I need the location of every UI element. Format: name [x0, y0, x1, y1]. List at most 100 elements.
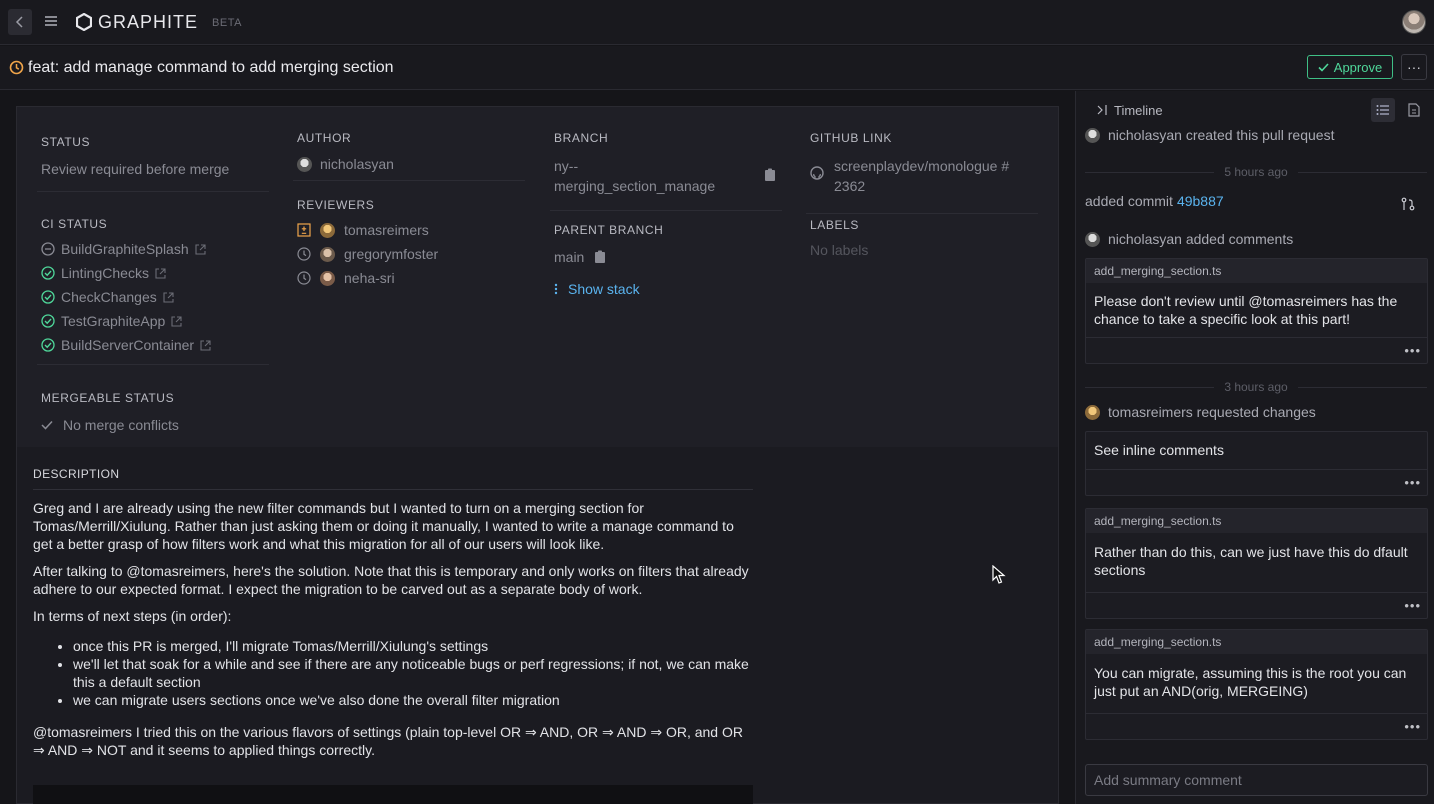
external-link-icon[interactable]	[195, 243, 206, 255]
github-link[interactable]: screenplaydev/monologue # 2362	[810, 156, 1042, 196]
comment-body: Rather than do this, can we just have th…	[1094, 544, 1408, 578]
author-row[interactable]: nicholasyan	[297, 152, 529, 176]
ci-check-name: LintingChecks	[61, 265, 149, 281]
external-link-icon[interactable]	[155, 267, 166, 279]
description-title: DESCRIPTION	[33, 467, 753, 490]
reviewer-item[interactable]: gregorymfoster	[297, 242, 529, 266]
check-icon	[41, 420, 53, 430]
show-stack-link[interactable]: Show stack	[554, 277, 786, 301]
summary-comment-input[interactable]: Add summary comment	[1085, 764, 1428, 796]
timeline-event: nicholasyan created this pull request	[1085, 127, 1334, 143]
git-compare-icon[interactable]	[1401, 197, 1415, 211]
more-label: ···	[1407, 59, 1421, 75]
ci-check-name: CheckChanges	[61, 289, 157, 305]
file-view-button[interactable]	[1404, 100, 1424, 120]
pr-title: feat: add manage command to add merging …	[28, 59, 394, 76]
clock-status-icon	[9, 60, 24, 75]
file-icon	[1408, 103, 1420, 117]
mergeable-status-value: No merge conflicts	[63, 417, 179, 433]
status-value: Review required before merge	[41, 161, 230, 177]
more-options-button[interactable]: ···	[1401, 54, 1427, 80]
event-text: nicholasyan created this pull request	[1108, 127, 1335, 143]
pr-overview-card: STATUS Review required before merge CI S…	[16, 106, 1059, 804]
approve-button[interactable]: Approve	[1307, 55, 1393, 79]
clock-icon	[297, 247, 311, 261]
back-button[interactable]	[8, 9, 32, 35]
divider	[37, 364, 269, 365]
divider	[550, 210, 782, 211]
ci-check-item[interactable]: TestGraphiteApp	[41, 309, 273, 333]
commit-hash-link[interactable]: 49b887	[1177, 193, 1224, 209]
comment-footer: •••	[1086, 469, 1427, 495]
more-options-icon[interactable]: •••	[1404, 475, 1421, 490]
comment-body: Please don't review until @tomasreimers …	[1094, 293, 1398, 327]
hamburger-menu-icon[interactable]	[43, 13, 61, 31]
clock-icon	[297, 271, 311, 285]
check-circle-icon	[41, 290, 55, 304]
branch-name-line1: ny--	[554, 158, 579, 174]
external-link-icon[interactable]	[200, 339, 211, 351]
collapse-panel-icon[interactable]	[1096, 104, 1108, 116]
time-separator: 5 hours ago	[1085, 165, 1427, 179]
avatar	[1085, 127, 1100, 143]
parent-branch-name: main	[554, 249, 585, 265]
commit-text: added commit	[1085, 193, 1173, 209]
external-link-icon[interactable]	[163, 291, 174, 303]
more-options-icon[interactable]: •••	[1404, 719, 1421, 734]
comment-file[interactable]: add_merging_section.ts	[1086, 509, 1427, 533]
reviewer-item[interactable]: neha-sri	[297, 266, 529, 290]
comment-card: add_merging_section.ts Rather than do th…	[1085, 508, 1428, 619]
github-link-label: GITHUB LINK	[810, 131, 892, 145]
parent-branch-label: PARENT BRANCH	[554, 223, 664, 237]
comment-footer: •••	[1086, 337, 1427, 363]
pr-metadata: STATUS Review required before merge CI S…	[17, 107, 1058, 447]
vertical-dots-icon	[554, 283, 558, 295]
reviewer-avatar	[320, 222, 335, 238]
ci-check-item[interactable]: BuildGraphiteSplash	[41, 237, 273, 261]
description-paragraph: In terms of next steps (in order):	[33, 608, 232, 624]
review-summary-card: See inline comments •••	[1085, 431, 1428, 496]
parent-branch-row[interactable]: main	[554, 245, 786, 269]
divider	[806, 213, 1038, 214]
comment-file[interactable]: add_merging_section.ts	[1086, 259, 1427, 283]
user-avatar[interactable]	[1402, 10, 1426, 34]
list-item: we can migrate users sections once we've…	[73, 691, 753, 709]
avatar	[1085, 404, 1100, 420]
check-icon	[1318, 62, 1329, 72]
github-link-line2: 2362	[834, 178, 866, 194]
reviewer-name: neha-sri	[344, 270, 395, 286]
github-column: GITHUB LINK screenplaydev/monologue # 23…	[806, 131, 1042, 258]
time-label: 5 hours ago	[1224, 165, 1288, 179]
ci-check-item[interactable]: CheckChanges	[41, 285, 273, 309]
beta-badge: BETA	[212, 17, 242, 29]
more-options-icon[interactable]: •••	[1404, 598, 1421, 613]
comment-card: add_merging_section.ts Please don't revi…	[1085, 258, 1428, 364]
mergeable-status-row: No merge conflicts	[41, 413, 273, 437]
external-link-icon[interactable]	[171, 315, 182, 327]
graphite-hex-icon	[76, 13, 92, 31]
avatar	[1085, 231, 1100, 247]
clipboard-icon[interactable]	[764, 168, 776, 182]
approve-label: Approve	[1333, 59, 1383, 75]
reviewers-label: REVIEWERS	[297, 198, 375, 212]
event-text: nicholasyan added comments	[1108, 231, 1294, 247]
comment-footer: •••	[1086, 592, 1427, 618]
ci-check-item[interactable]: BuildServerContainer	[41, 333, 273, 357]
clipboard-icon[interactable]	[594, 250, 606, 264]
description-paragraph: After talking to @tomasreimers, here's t…	[33, 563, 749, 597]
graphite-logo[interactable]: GRAPHITE BETA	[76, 12, 242, 32]
comment-footer: •••	[1086, 713, 1427, 739]
top-bar: GRAPHITE BETA	[0, 0, 1434, 45]
comment-file[interactable]: add_merging_section.ts	[1086, 630, 1427, 654]
next-steps-list: once this PR is merged, I'll migrate Tom…	[73, 637, 753, 709]
logo-text: GRAPHITE	[98, 11, 199, 32]
check-circle-icon	[41, 266, 55, 280]
more-options-icon[interactable]: •••	[1404, 343, 1421, 358]
pr-title-bar: feat: add manage command to add merging …	[0, 46, 1434, 90]
author-name: nicholasyan	[320, 156, 394, 172]
branch-name[interactable]: ny-- merging_section_manage	[554, 156, 786, 196]
list-view-button[interactable]	[1371, 98, 1395, 122]
ci-check-item[interactable]: LintingChecks	[41, 261, 273, 285]
reviewer-item[interactable]: tomasreimers	[297, 218, 529, 242]
mouse-cursor-icon	[992, 565, 1006, 584]
